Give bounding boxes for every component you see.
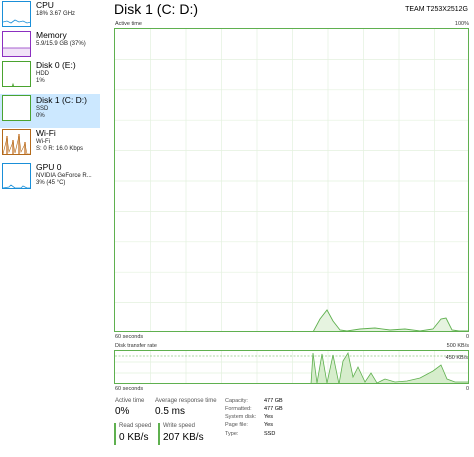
formatted-label: Formatted:: [225, 406, 252, 412]
sidebar-item-subtitle: Wi-Fi: [36, 139, 50, 145]
system-disk-value: Yes: [264, 414, 273, 420]
write-speed-indicator: [158, 423, 160, 445]
formatted-value: 477 GB: [264, 406, 283, 412]
read-speed-indicator: [114, 423, 116, 445]
page-file-label: Page file:: [225, 422, 248, 428]
wifi-thumbnail: [2, 129, 31, 155]
sidebar-item-title: Memory: [36, 30, 67, 40]
sidebar-item-throughput: S: 0 R: 16.0 Kbps: [36, 146, 84, 152]
sidebar: CPU 18% 3.67 GHz Memory 5.9/15.9 GB (37%…: [0, 0, 100, 457]
sidebar-item-subtitle: SSD: [36, 106, 49, 112]
transfer-rate-min-label: 0: [465, 386, 469, 392]
sidebar-item-title: Wi-Fi: [36, 128, 56, 138]
transfer-rate-graph-label: Disk transfer rate: [115, 343, 157, 349]
sidebar-item-memory[interactable]: Memory 5.9/15.9 GB (37%): [0, 30, 100, 64]
sidebar-item-subtitle: NVIDIA GeForce R...: [36, 173, 92, 179]
disk1-thumbnail: [2, 95, 31, 121]
active-time-graph: [114, 28, 469, 332]
type-value: SSD: [264, 431, 276, 437]
disk0-thumbnail: [2, 61, 31, 87]
sidebar-item-title: GPU 0: [36, 162, 62, 172]
write-speed-value: 207 KB/s: [163, 432, 204, 443]
capacity-value: 477 GB: [264, 398, 283, 404]
disk-detail-panel: Disk 1 (C: D:) TEAM T253X2512G Active ti…: [104, 0, 474, 457]
page-file-value: Yes: [264, 422, 273, 428]
read-speed-label: Read speed: [119, 423, 152, 429]
sidebar-item-subtitle: HDD: [36, 71, 49, 77]
active-time-stat-label: Active time: [115, 398, 145, 404]
transfer-rate-max-label: 500 KB/s: [446, 343, 469, 349]
avg-response-label: Average response time: [155, 398, 217, 404]
capacity-label: Capacity:: [225, 398, 248, 404]
active-time-graph-label: Active time: [115, 21, 142, 27]
sidebar-item-subtitle: 18% 3.67 GHz: [36, 11, 76, 17]
sidebar-item-usage: 0%: [36, 113, 45, 119]
time-axis-label: 60 seconds: [115, 334, 144, 340]
sidebar-item-disk0[interactable]: Disk 0 (E:) HDD 1%: [0, 60, 100, 94]
read-speed-value: 0 KB/s: [119, 432, 149, 443]
memory-thumbnail: [2, 31, 31, 57]
sidebar-item-usage: 1%: [36, 78, 45, 84]
transfer-rate-mid-label: 450 KB/s: [445, 355, 468, 361]
sidebar-item-cpu[interactable]: CPU 18% 3.67 GHz: [0, 0, 100, 34]
active-time-stat-value: 0%: [115, 406, 130, 417]
sidebar-item-disk1[interactable]: Disk 1 (C: D:) SSD 0%: [0, 94, 100, 128]
sidebar-item-wifi[interactable]: Wi-Fi Wi-Fi S: 0 R: 16.0 Kbps: [0, 128, 100, 162]
sidebar-item-title: Disk 1 (C: D:): [36, 95, 87, 105]
sidebar-item-gpu[interactable]: GPU 0 NVIDIA GeForce R... 3% (45 °C): [0, 162, 100, 196]
time-axis-label: 60 seconds: [115, 386, 144, 392]
sidebar-item-subtitle: 5.9/15.9 GB (37%): [36, 41, 86, 47]
gpu-thumbnail: [2, 163, 31, 189]
page-title: Disk 1 (C: D:): [114, 1, 198, 17]
sidebar-item-usage: 3% (45 °C): [36, 180, 66, 186]
sidebar-item-title: Disk 0 (E:): [36, 60, 76, 70]
active-time-max-label: 100%: [454, 21, 469, 27]
active-time-min-label: 0: [465, 334, 469, 340]
sidebar-item-title: CPU: [36, 0, 54, 10]
cpu-thumbnail: [2, 1, 31, 27]
type-label: Type:: [225, 431, 239, 437]
avg-response-value: 0.5 ms: [155, 406, 186, 417]
system-disk-label: System disk:: [225, 414, 257, 420]
write-speed-label: Write speed: [163, 423, 195, 429]
disk-model: TEAM T253X2512G: [405, 6, 468, 13]
transfer-rate-graph: [114, 350, 469, 384]
